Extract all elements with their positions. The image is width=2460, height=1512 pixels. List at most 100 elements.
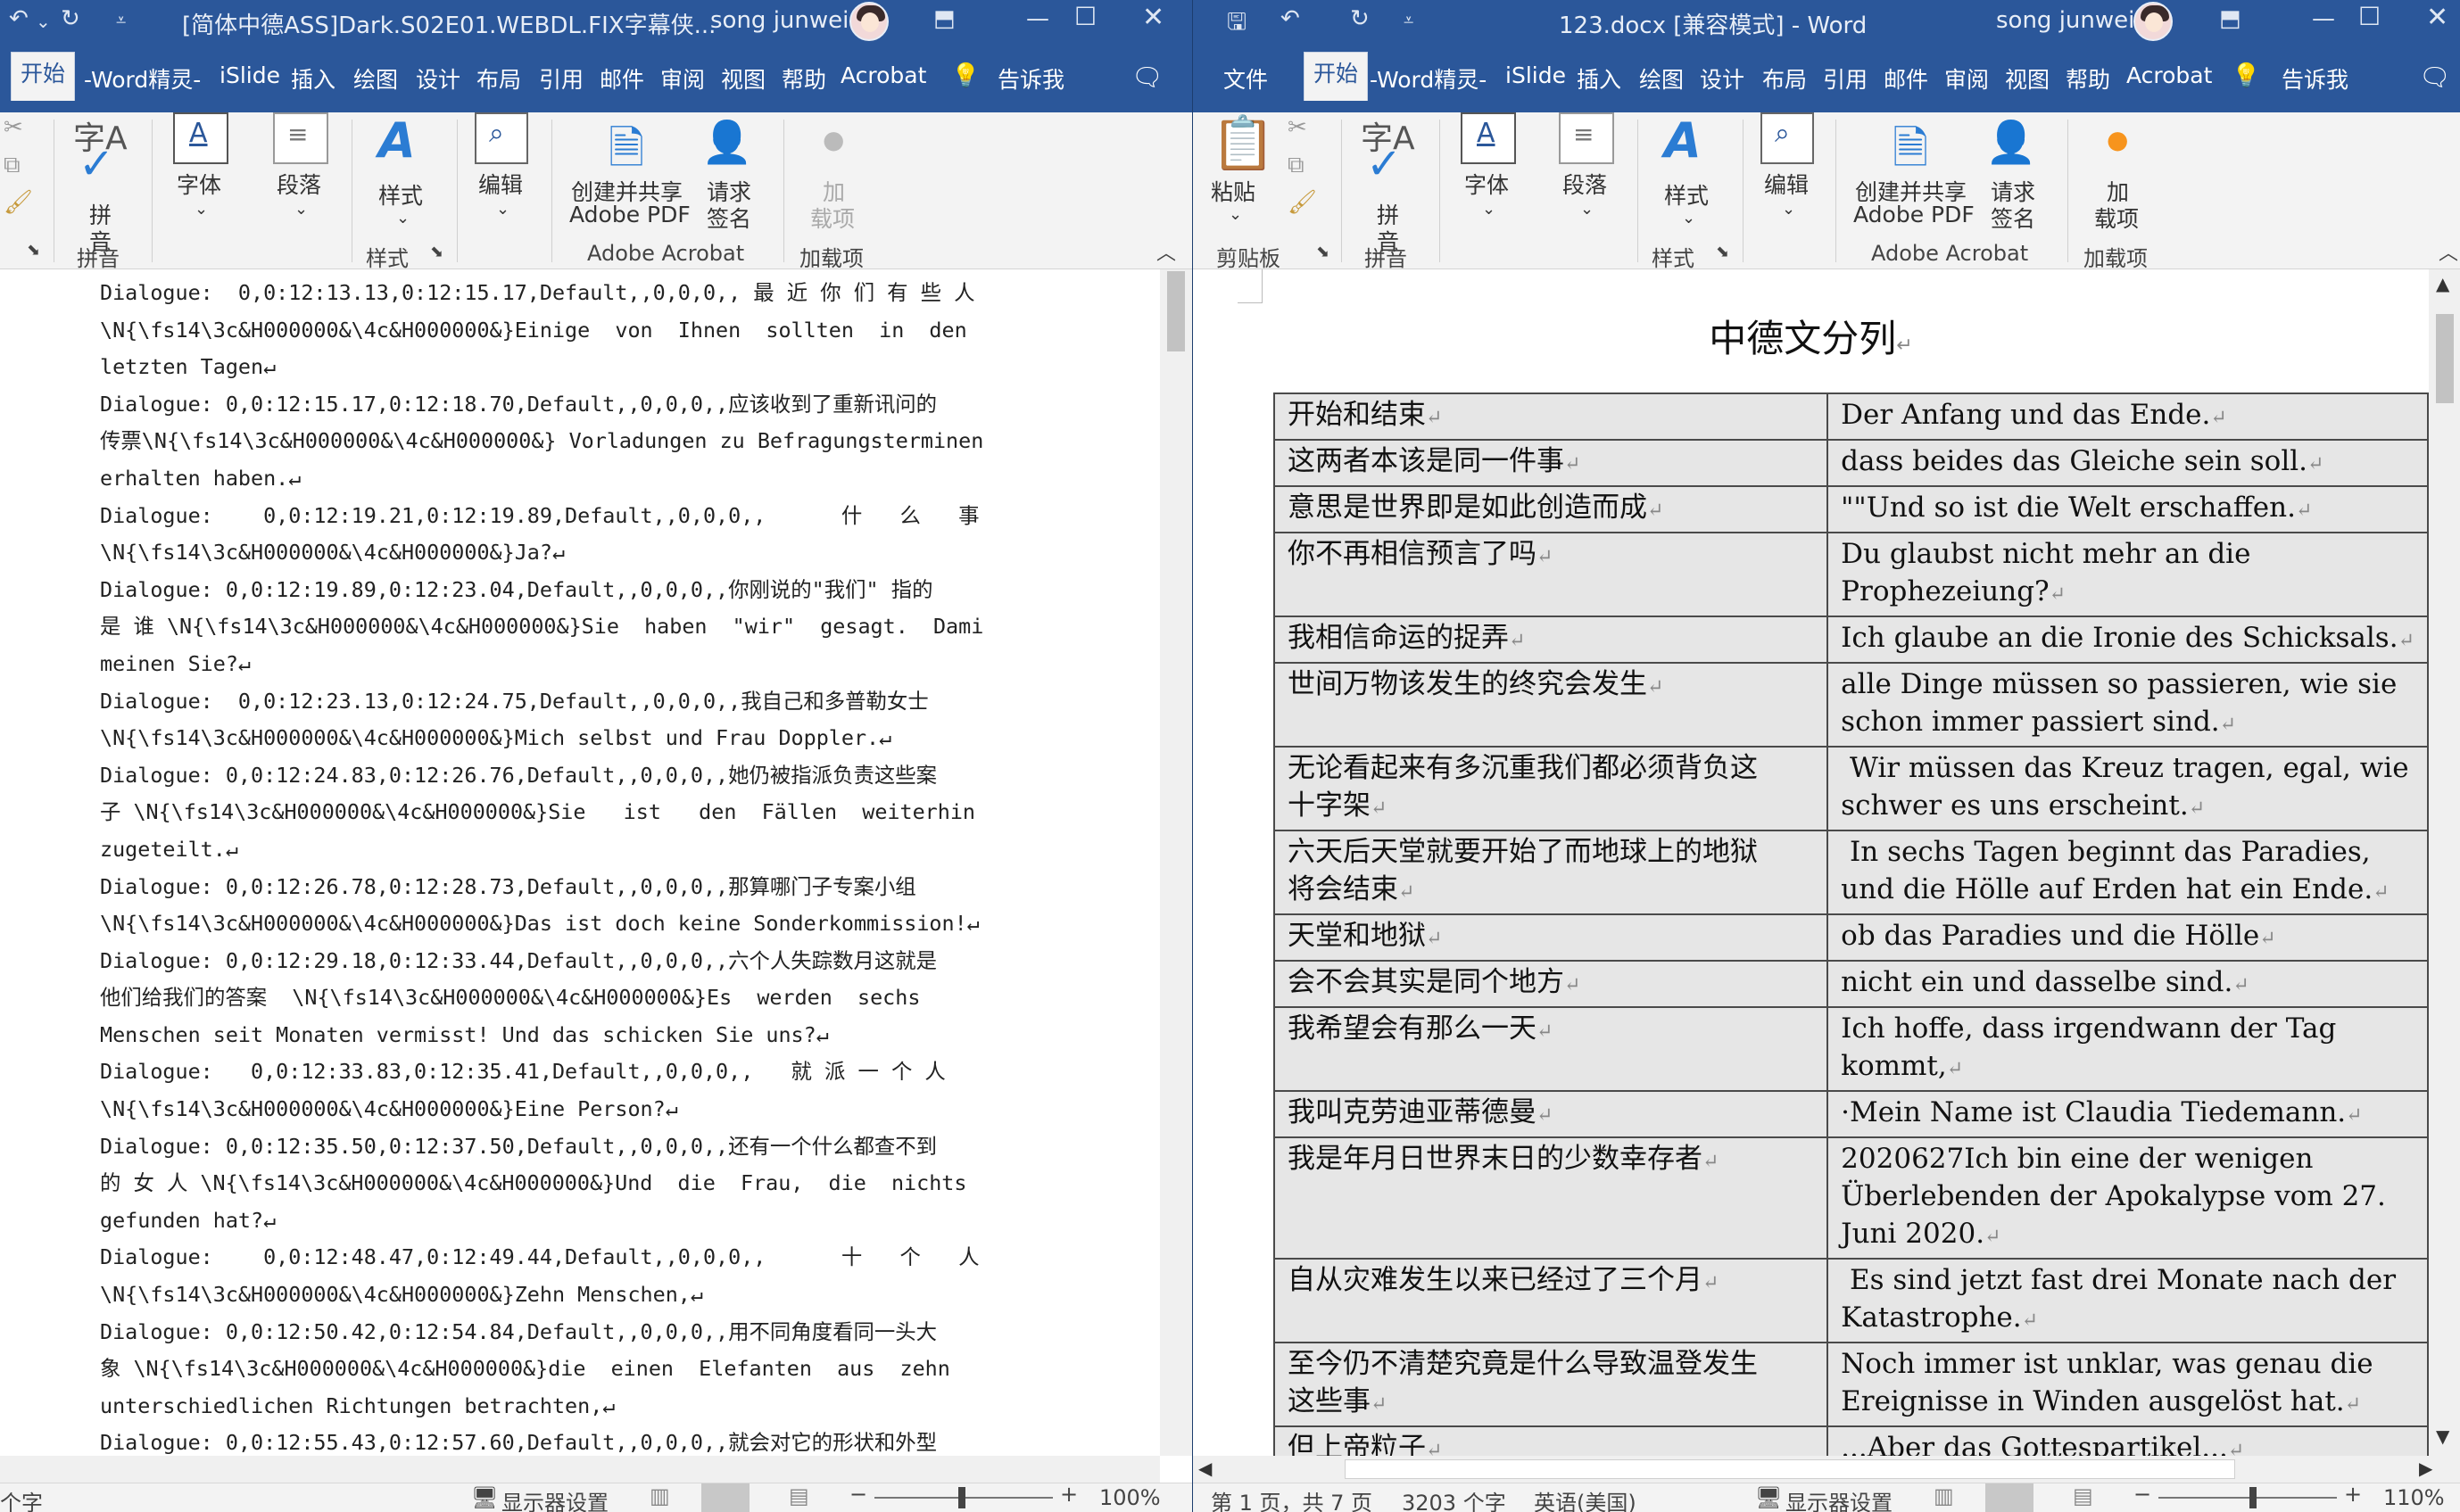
- chevron-down-icon[interactable]: ⌄: [396, 209, 410, 227]
- chevron-down-icon[interactable]: ⌄: [1782, 200, 1795, 219]
- styles-launcher-icon[interactable]: ⬊: [1716, 243, 1729, 261]
- tab-word-jingling[interactable]: -Word精灵-: [1370, 62, 1487, 95]
- format-painter-icon[interactable]: 🖌: [4, 189, 33, 216]
- comments-icon[interactable]: 🗨: [2419, 62, 2451, 92]
- web-layout-icon[interactable]: ▤: [789, 1483, 809, 1508]
- german-cell[interactable]: Der Anfang und das Ende.↵: [1826, 392, 2429, 441]
- tab-help[interactable]: 帮助: [2066, 62, 2110, 95]
- chevron-down-icon[interactable]: ⌄: [1682, 209, 1695, 227]
- zoom-slider-thumb[interactable]: [2249, 1487, 2257, 1508]
- tab-mailings[interactable]: 邮件: [600, 62, 644, 95]
- german-cell[interactable]: In sechs Tagen beginnt das Paradies, und …: [1826, 830, 2429, 915]
- chinese-cell[interactable]: 六天后天堂就要开始了而地球上的地狱 将会结束↵: [1272, 830, 1829, 915]
- copy-icon[interactable]: ⧉: [1288, 152, 1305, 179]
- comments-icon[interactable]: 🗨: [1131, 62, 1164, 92]
- request-signature-icon[interactable]: 👤: [1985, 118, 2036, 167]
- german-cell[interactable]: ""Und so ist die Welt erschaffen.↵: [1826, 485, 2429, 533]
- display-settings-icon[interactable]: 🖥: [471, 1485, 498, 1510]
- copy-icon[interactable]: ⧉: [4, 152, 21, 179]
- user-name[interactable]: song junwei: [710, 7, 849, 34]
- minimize-icon[interactable]: —: [2312, 5, 2335, 32]
- chevron-down-icon[interactable]: ⌄: [496, 200, 509, 219]
- zoom-in-icon[interactable]: +: [2344, 1482, 2362, 1507]
- create-pdf-label-2[interactable]: Adobe PDF: [569, 202, 691, 227]
- chevron-down-icon[interactable]: ⌄: [1229, 205, 1242, 224]
- styles-button[interactable]: 样式: [1664, 178, 1709, 211]
- tab-layout[interactable]: 布局: [476, 62, 521, 95]
- styles-button[interactable]: 样式: [378, 178, 423, 211]
- styles-icon[interactable]: A: [378, 112, 416, 169]
- create-pdf-label-2[interactable]: Adobe PDF: [1853, 202, 1975, 227]
- chevron-down-icon[interactable]: ⌄: [1482, 200, 1495, 219]
- user-name[interactable]: song junwei: [1996, 7, 2134, 34]
- minimize-icon[interactable]: —: [1026, 5, 1049, 32]
- tab-acrobat[interactable]: Acrobat: [2126, 62, 2212, 88]
- chevron-down-icon[interactable]: ⌄: [294, 200, 308, 219]
- tell-me-search[interactable]: 告诉我: [2282, 62, 2348, 95]
- ribbon-display-options-icon[interactable]: ⬒: [933, 5, 956, 32]
- tab-home[interactable]: 开始: [1304, 52, 1369, 101]
- vertical-scrollbar[interactable]: ▲ ▼: [2429, 269, 2460, 1456]
- chinese-cell[interactable]: 开始和结束↵: [1272, 392, 1829, 441]
- tab-references[interactable]: 引用: [539, 62, 584, 95]
- cut-icon[interactable]: ✂: [4, 114, 23, 141]
- font-button[interactable]: 字体: [177, 168, 221, 200]
- customize-qat-icon[interactable]: ⩡: [1404, 9, 1413, 30]
- zoom-level[interactable]: 100%: [1099, 1485, 1161, 1510]
- chinese-cell[interactable]: 世间万物该发生的终究会发生↵: [1272, 662, 1829, 748]
- chevron-down-icon[interactable]: ⌄: [195, 200, 208, 219]
- zoom-out-icon[interactable]: −: [2133, 1482, 2151, 1507]
- scroll-right-icon[interactable]: ▶: [2419, 1458, 2432, 1479]
- tab-mailings[interactable]: 邮件: [1884, 62, 1928, 95]
- search-icon[interactable]: ⌕: [1760, 112, 1814, 164]
- print-layout-icon[interactable]: [701, 1483, 750, 1512]
- styles-icon[interactable]: A: [1664, 112, 1702, 169]
- search-icon[interactable]: ⌕: [475, 112, 528, 164]
- tab-word-jingling[interactable]: -Word精灵-: [84, 62, 201, 95]
- language-indicator[interactable]: 英语(美国): [1534, 1485, 1636, 1512]
- addin-label-2[interactable]: 载项: [2094, 202, 2139, 234]
- chinese-cell[interactable]: 我希望会有那么一天↵: [1272, 1006, 1829, 1092]
- display-settings[interactable]: 显示器设置: [1785, 1485, 1893, 1512]
- tab-view[interactable]: 视图: [2005, 62, 2050, 95]
- chinese-cell[interactable]: 无论看起来有多沉重我们都必须背负这 十字架↵: [1272, 746, 1829, 831]
- tab-layout[interactable]: 布局: [1762, 62, 1807, 95]
- chevron-down-icon[interactable]: ⌄: [1580, 200, 1594, 219]
- scroll-up-icon[interactable]: ▲: [2436, 273, 2449, 294]
- redo-icon[interactable]: ↻: [61, 5, 80, 32]
- page-indicator[interactable]: 第 1 页，共 7 页: [1211, 1485, 1372, 1512]
- web-layout-icon[interactable]: ▤: [2073, 1483, 2093, 1508]
- cut-icon[interactable]: ✂: [1288, 114, 1307, 141]
- german-cell[interactable]: 2020627Ich bin eine der wenigen Überleben…: [1826, 1136, 2429, 1260]
- chinese-cell[interactable]: 我是年月日世界末日的少数幸存者↵: [1272, 1136, 1829, 1260]
- horizontal-scrollbar[interactable]: [0, 1456, 1160, 1483]
- tab-insert[interactable]: 插入: [291, 62, 335, 95]
- tab-references[interactable]: 引用: [1823, 62, 1868, 95]
- tab-help[interactable]: 帮助: [782, 62, 826, 95]
- zoom-in-icon[interactable]: +: [1060, 1482, 1078, 1507]
- display-settings[interactable]: 显示器设置: [501, 1485, 609, 1512]
- german-cell[interactable]: Ich glaube an die Ironie des Schicksals.…: [1826, 616, 2429, 664]
- font-icon[interactable]: A: [1461, 112, 1516, 164]
- german-cell[interactable]: Ich hoffe, dass irgendwann der Tag kommt,…: [1826, 1006, 2429, 1092]
- tab-review[interactable]: 审阅: [1944, 62, 1989, 95]
- tell-me-search[interactable]: 告诉我: [998, 62, 1064, 95]
- tab-view[interactable]: 视图: [721, 62, 766, 95]
- tab-file[interactable]: 文件: [1223, 62, 1268, 95]
- tab-islide[interactable]: iSlide: [219, 62, 280, 88]
- edit-button[interactable]: 编辑: [478, 168, 523, 200]
- read-mode-icon[interactable]: ▥: [1934, 1483, 1954, 1508]
- redo-icon[interactable]: ↻: [1350, 5, 1370, 32]
- sign-label-2[interactable]: 签名: [1991, 202, 2035, 234]
- chinese-cell[interactable]: 会不会其实是同个地方↵: [1272, 960, 1829, 1008]
- german-cell[interactable]: nicht ein und dasselbe sind.↵: [1826, 960, 2429, 1008]
- horizontal-scrollbar[interactable]: ◀ ▶: [1193, 1456, 2460, 1483]
- styles-launcher-icon[interactable]: ⬊: [430, 243, 443, 261]
- collapse-ribbon-icon[interactable]: ︿: [2439, 237, 2458, 266]
- horizontal-scroll-thumb[interactable]: [1345, 1459, 2235, 1479]
- german-cell[interactable]: ob das Paradies und die Hölle↵: [1826, 913, 2429, 962]
- german-cell[interactable]: dass beides das Gleiche sein soll.↵: [1826, 439, 2429, 487]
- chinese-cell[interactable]: 你不再相信预言了吗↵: [1272, 532, 1829, 617]
- sign-label-2[interactable]: 签名: [707, 202, 751, 234]
- zoom-level[interactable]: 110%: [2383, 1485, 2445, 1510]
